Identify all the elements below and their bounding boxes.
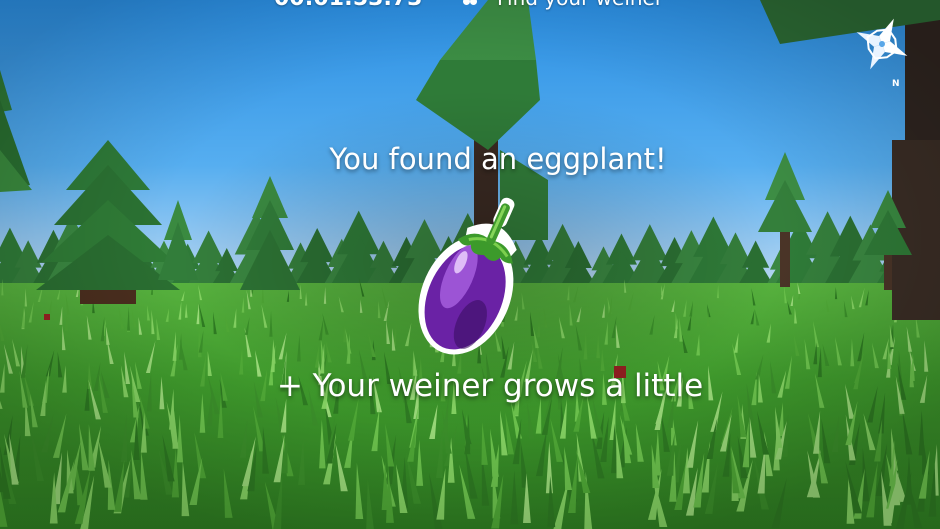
eggplant-icon bbox=[406, 186, 534, 362]
bone-icon bbox=[460, 0, 480, 6]
objective-text: Find your weiner bbox=[497, 0, 663, 10]
popup-title: You found an eggplant! bbox=[329, 142, 667, 176]
timer: 00:01:53.73 bbox=[274, 0, 422, 11]
compass-north-label: N bbox=[892, 79, 900, 89]
compass: N bbox=[846, 8, 926, 92]
red-flower bbox=[44, 314, 50, 320]
compass-icon bbox=[856, 18, 908, 70]
hud-top-bar: 00:01:53.73 Find your weiner bbox=[0, 0, 940, 16]
reward-text: + Your weiner grows a little bbox=[276, 368, 704, 404]
